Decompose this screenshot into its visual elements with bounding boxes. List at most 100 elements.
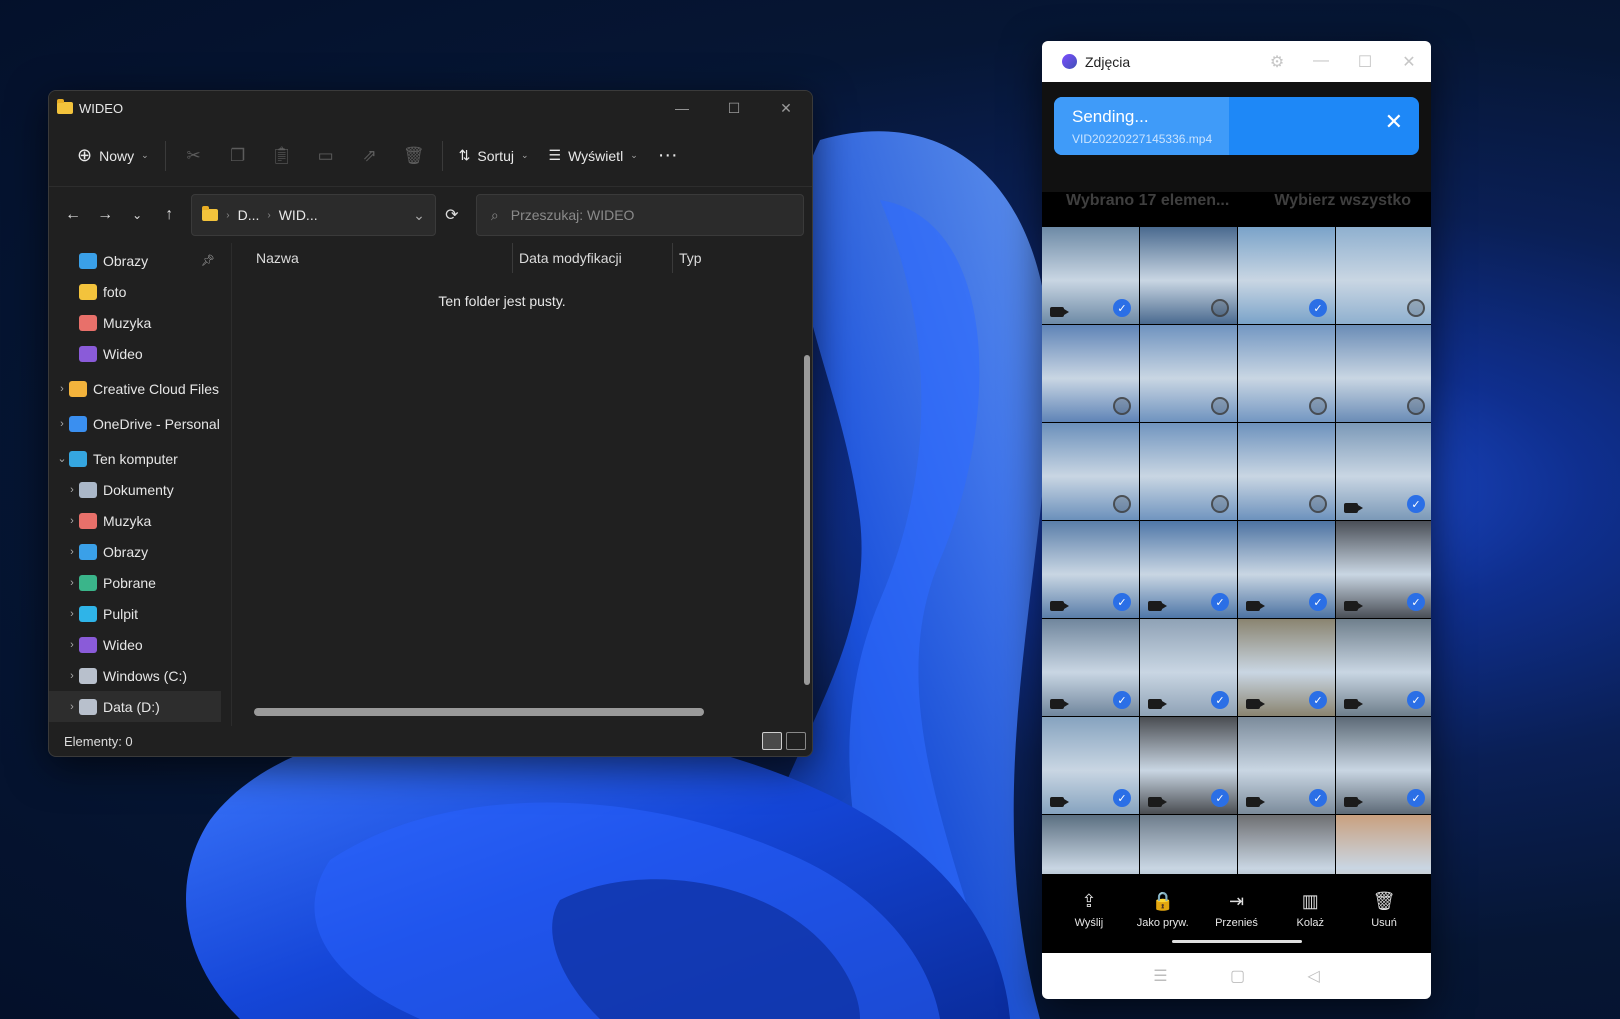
photo-thumbnail[interactable] <box>1336 227 1431 324</box>
tiles-view-button[interactable] <box>786 732 806 750</box>
action-share-button[interactable]: ⇪ Wyślij <box>1057 891 1121 929</box>
photo-thumbnail[interactable]: ✓ <box>1336 521 1431 618</box>
maximize-button[interactable]: ☐ <box>1343 52 1387 72</box>
nav-item[interactable]: › Pobrane <box>49 567 221 598</box>
details-view-button[interactable] <box>762 732 782 750</box>
menu-nav-icon[interactable]: ☰ <box>1153 966 1167 986</box>
cut-icon[interactable]: ✂ <box>177 139 211 173</box>
photo-thumbnail[interactable] <box>1140 423 1237 520</box>
chevron-right-icon[interactable]: › <box>65 701 79 713</box>
photo-thumbnail[interactable]: ✓ <box>1238 717 1335 814</box>
checked-icon[interactable]: ✓ <box>1211 593 1229 611</box>
photo-thumbnail[interactable]: ✓ <box>1042 619 1139 716</box>
photo-thumbnail[interactable]: ✓ <box>1140 619 1237 716</box>
column-date-modified[interactable]: Data modyfikacji <box>512 243 672 273</box>
checked-icon[interactable]: ✓ <box>1309 593 1327 611</box>
nav-item[interactable]: › OneDrive - Personal <box>49 408 221 439</box>
close-button[interactable]: ✕ <box>760 91 812 125</box>
column-type[interactable]: Typ <box>672 243 772 273</box>
minimize-button[interactable]: — <box>656 91 708 125</box>
checked-icon[interactable]: ✓ <box>1211 691 1229 709</box>
photo-thumbnail[interactable] <box>1238 423 1335 520</box>
chevron-right-icon[interactable]: › <box>65 546 79 558</box>
breadcrumb-drive[interactable]: D... <box>238 207 260 223</box>
checked-icon[interactable]: ✓ <box>1407 495 1425 513</box>
unchecked-icon[interactable] <box>1407 397 1425 415</box>
chevron-right-icon[interactable]: › <box>65 515 79 527</box>
horizontal-scrollbar[interactable] <box>254 708 704 716</box>
select-all-button[interactable]: Wybierz wszystko <box>1274 192 1411 210</box>
photo-thumbnail[interactable] <box>1140 325 1237 422</box>
nav-item[interactable]: › Creative Cloud Files <box>49 373 221 404</box>
unchecked-icon[interactable] <box>1113 397 1131 415</box>
chevron-down-icon[interactable]: ⌄ <box>55 452 69 465</box>
chevron-right-icon[interactable]: › <box>65 639 79 651</box>
action-move-button[interactable]: ⇥ Przenieś <box>1204 891 1268 929</box>
chevron-right-icon[interactable]: › <box>65 484 79 496</box>
photo-thumbnail[interactable]: ✓ <box>1336 717 1431 814</box>
address-bar[interactable]: › D... › WID... ⌄ <box>191 194 436 236</box>
checked-icon[interactable]: ✓ <box>1407 789 1425 807</box>
chevron-right-icon[interactable]: › <box>65 670 79 682</box>
photo-thumbnail[interactable]: ✓ <box>1042 227 1139 324</box>
checked-icon[interactable]: ✓ <box>1407 691 1425 709</box>
search-input[interactable]: ⌕ Przeszukaj: WIDEO <box>475 194 804 236</box>
minimize-button[interactable]: — <box>1299 52 1343 72</box>
action-lock-button[interactable]: 🔒 Jako pryw. <box>1131 891 1195 929</box>
checked-icon[interactable]: ✓ <box>1309 299 1327 317</box>
checked-icon[interactable]: ✓ <box>1113 691 1131 709</box>
checked-icon[interactable]: ✓ <box>1309 789 1327 807</box>
unchecked-icon[interactable] <box>1211 495 1229 513</box>
action-trash-button[interactable]: 🗑 Usuń <box>1352 891 1416 929</box>
view-button[interactable]: ☰ Wyświetl ⌄ <box>539 139 648 173</box>
unchecked-icon[interactable] <box>1113 495 1131 513</box>
nav-item[interactable]: › Pulpit <box>49 598 221 629</box>
paste-icon[interactable]: 📋︎ <box>265 139 299 173</box>
column-name[interactable]: Nazwa <box>232 243 512 273</box>
nav-item[interactable]: › Dokumenty <box>49 474 221 505</box>
rename-icon[interactable]: ▭ <box>309 139 343 173</box>
nav-item[interactable]: › Wideo <box>49 629 221 660</box>
new-button[interactable]: ⊕ Nowy ⌄ <box>67 139 159 173</box>
photo-thumbnail[interactable]: ✓ <box>1042 521 1139 618</box>
unchecked-icon[interactable] <box>1309 397 1327 415</box>
checked-icon[interactable]: ✓ <box>1113 299 1131 317</box>
checked-icon[interactable]: ✓ <box>1211 789 1229 807</box>
unchecked-icon[interactable] <box>1211 299 1229 317</box>
nav-item[interactable]: › Windows (C:) <box>49 660 221 691</box>
nav-item[interactable]: › Data (D:) <box>49 691 221 722</box>
photo-thumbnail[interactable]: ✓ <box>1238 619 1335 716</box>
settings-icon[interactable]: ⚙ <box>1255 52 1299 72</box>
nav-item[interactable]: Wideo <box>49 338 221 369</box>
photo-thumbnail[interactable] <box>1336 325 1431 422</box>
share-icon[interactable]: ⇗ <box>353 139 387 173</box>
photo-thumbnail[interactable]: ✓ <box>1140 521 1237 618</box>
nav-item[interactable]: › Obrazy <box>49 536 221 567</box>
back-button[interactable]: ← <box>57 198 89 232</box>
nav-item[interactable]: Muzyka <box>49 307 221 338</box>
chevron-down-icon[interactable]: ⌄ <box>413 207 425 224</box>
forward-button[interactable]: → <box>89 198 121 232</box>
recent-locations-button[interactable]: ⌄ <box>121 198 153 232</box>
unchecked-icon[interactable] <box>1407 299 1425 317</box>
action-collage-button[interactable]: ▥ Kolaż <box>1278 891 1342 929</box>
photo-thumbnail[interactable] <box>1238 325 1335 422</box>
maximize-button[interactable]: ☐ <box>708 91 760 125</box>
nav-item[interactable]: Obrazy 📌︎ <box>49 245 221 276</box>
more-options-button[interactable]: ··· <box>648 139 688 173</box>
photo-thumbnail[interactable]: ✓ <box>1336 619 1431 716</box>
photo-thumbnail[interactable]: ✓ <box>1042 717 1139 814</box>
photo-thumbnail[interactable] <box>1042 423 1139 520</box>
photo-thumbnail[interactable]: ✓ <box>1238 521 1335 618</box>
checked-icon[interactable]: ✓ <box>1113 593 1131 611</box>
delete-icon[interactable]: 🗑︎ <box>397 139 431 173</box>
chevron-right-icon[interactable]: › <box>65 608 79 620</box>
checked-icon[interactable]: ✓ <box>1309 691 1327 709</box>
nav-item[interactable]: ⌄ Ten komputer <box>49 443 221 474</box>
photo-thumbnail[interactable]: ✓ <box>1140 717 1237 814</box>
close-button[interactable]: ✕ <box>1387 52 1431 72</box>
checked-icon[interactable]: ✓ <box>1407 593 1425 611</box>
nav-item[interactable]: foto <box>49 276 221 307</box>
breadcrumb-folder[interactable]: WID... <box>279 207 318 223</box>
close-icon[interactable]: ✕ <box>1385 111 1403 133</box>
